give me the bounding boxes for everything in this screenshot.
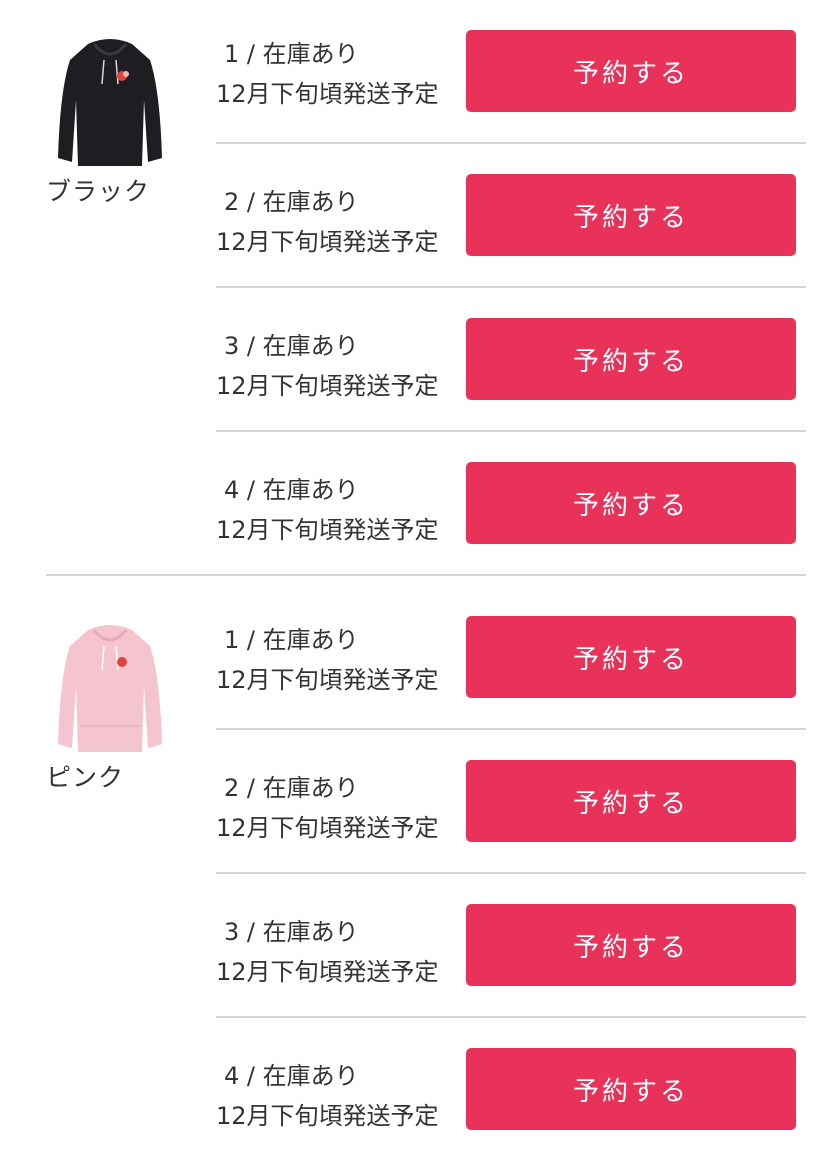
row-divider	[216, 728, 806, 730]
product-name: ピンク	[46, 763, 125, 792]
product-name: ブラック	[46, 177, 151, 206]
row-divider	[216, 430, 806, 432]
size-row: 2 / 在庫あり 12月下旬頃発送予定 予約する	[216, 142, 806, 286]
row-divider	[216, 872, 806, 874]
shipping-note: 12月下旬頃発送予定	[216, 516, 439, 544]
black-hoodie-image	[58, 39, 162, 166]
reserve-button[interactable]: 予約する	[466, 318, 796, 400]
reserve-button[interactable]: 予約する	[466, 30, 796, 112]
stock-status: 1 / 在庫あり	[224, 40, 359, 68]
stock-status: 3 / 在庫あり	[224, 332, 359, 360]
size-row: 2 / 在庫あり 12月下旬頃発送予定 予約する	[216, 728, 806, 872]
stock-status: 1 / 在庫あり	[224, 626, 359, 654]
stock-status: 2 / 在庫あり	[224, 188, 359, 216]
stock-status: 4 / 在庫あり	[224, 476, 359, 504]
reserve-button[interactable]: 予約する	[466, 174, 796, 256]
reserve-button[interactable]: 予約する	[466, 760, 796, 842]
shipping-note: 12月下旬頃発送予定	[216, 666, 439, 694]
stock-status: 2 / 在庫あり	[224, 774, 359, 802]
stock-status: 4 / 在庫あり	[224, 1062, 359, 1090]
shipping-note: 12月下旬頃発送予定	[216, 1102, 439, 1130]
shipping-note: 12月下旬頃発送予定	[216, 80, 439, 108]
row-divider	[216, 1016, 806, 1018]
size-row: 4 / 在庫あり 12月下旬頃発送予定 予約する	[216, 430, 806, 574]
reserve-button[interactable]: 予約する	[466, 904, 796, 986]
size-row: 3 / 在庫あり 12月下旬頃発送予定 予約する	[216, 872, 806, 1016]
reserve-button[interactable]: 予約する	[466, 462, 796, 544]
pink-hoodie-image	[58, 625, 162, 752]
size-row: 3 / 在庫あり 12月下旬頃発送予定 予約する	[216, 286, 806, 430]
row-divider	[216, 286, 806, 288]
shipping-note: 12月下旬頃発送予定	[216, 372, 439, 400]
reserve-button[interactable]: 予約する	[466, 616, 796, 698]
stock-status: 3 / 在庫あり	[224, 918, 359, 946]
size-row: 4 / 在庫あり 12月下旬頃発送予定 予約する	[216, 1016, 806, 1160]
reserve-button[interactable]: 予約する	[466, 1048, 796, 1130]
shipping-note: 12月下旬頃発送予定	[216, 814, 439, 842]
shipping-note: 12月下旬頃発送予定	[216, 228, 439, 256]
row-divider	[216, 142, 806, 144]
shipping-note: 12月下旬頃発送予定	[216, 958, 439, 986]
group-divider	[46, 574, 806, 576]
